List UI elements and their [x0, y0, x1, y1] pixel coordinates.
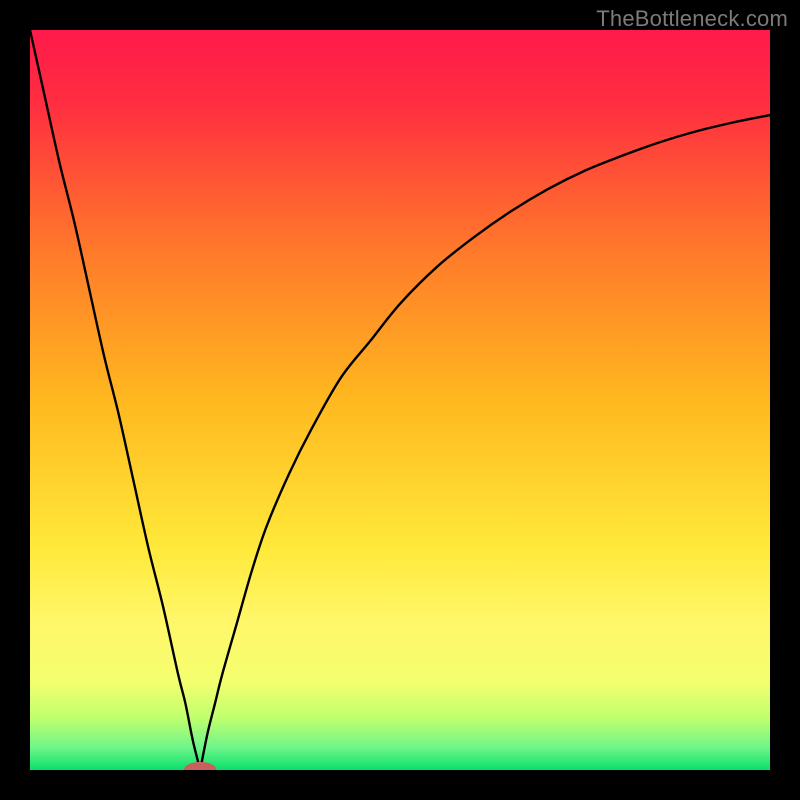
bottleneck-chart	[30, 30, 770, 770]
chart-frame: TheBottleneck.com	[0, 0, 800, 800]
heat-background	[30, 30, 770, 770]
attribution-text: TheBottleneck.com	[596, 6, 788, 32]
